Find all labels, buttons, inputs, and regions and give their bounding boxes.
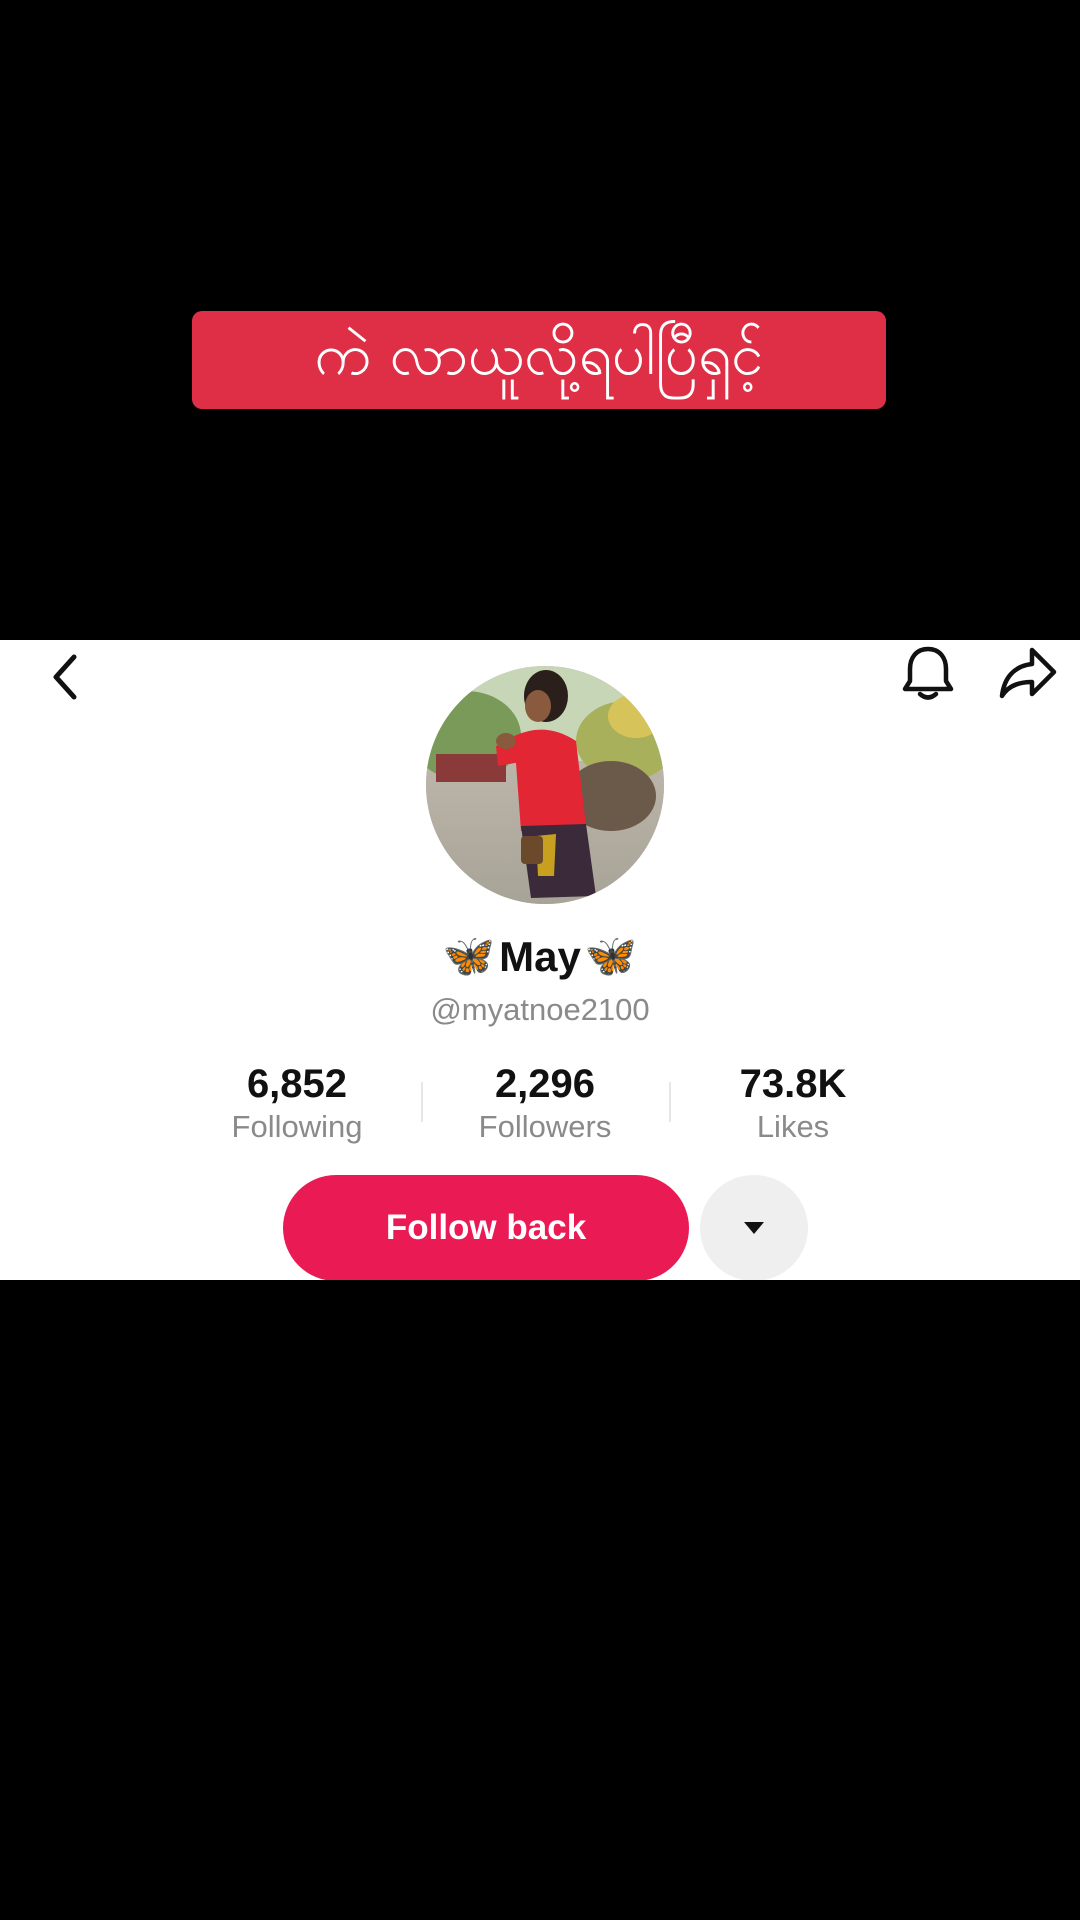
video-caption: ကဲ လာယူလို့ရပါပြီရှင့် [192,311,886,409]
more-options-button[interactable] [700,1175,808,1280]
followers-label: Followers [478,1109,612,1144]
likes-count: 73.8K [739,1062,847,1106]
followers-stat[interactable]: 2,296 Followers [435,1060,655,1146]
profile-card: 🦋 May 🦋 @myatnoe2100 6,852 Following 2,2… [0,640,1080,1280]
caret-down-icon [744,1222,764,1234]
stats-divider [669,1082,671,1122]
share-arrow-icon [999,647,1057,699]
display-name: 🦋 May 🦋 [0,932,1080,981]
likes-stat[interactable]: 73.8K Likes [683,1060,903,1146]
following-stat[interactable]: 6,852 Following [187,1060,407,1146]
following-count: 6,852 [246,1062,348,1106]
back-button[interactable] [40,646,90,708]
username: @myatnoe2100 [430,992,650,1027]
avatar-photo [426,666,664,904]
stats-divider [421,1082,423,1122]
stats-row: 6,852 Following 2,296 Followers 73.8K Li… [0,1060,1080,1160]
butterfly-emoji-right: 🦋 [584,932,638,979]
following-label: Following [231,1109,363,1144]
likes-label: Likes [756,1109,830,1144]
display-name-text: May [499,932,581,980]
followers-count: 2,296 [494,1062,596,1106]
bell-icon [902,646,954,700]
screen: ကဲ လာယူလို့ရပါပြီရှင့် 🦋 May 🦋 @myatnoe2… [0,0,1080,1920]
share-button[interactable] [992,640,1064,706]
avatar[interactable] [426,666,664,904]
follow-back-button[interactable]: Follow back [283,1175,689,1280]
notification-button[interactable] [895,640,961,706]
chevron-left-icon [53,654,77,700]
butterfly-emoji-left: 🦋 [442,932,496,979]
